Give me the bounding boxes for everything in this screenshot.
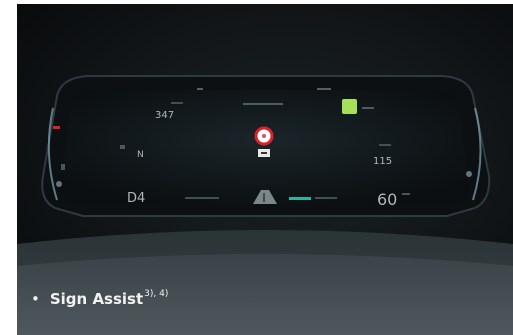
caption-bullet: • bbox=[31, 290, 40, 308]
status-line bbox=[243, 103, 283, 105]
gear-indicator: D4 bbox=[127, 191, 145, 206]
left-readout: 347 bbox=[155, 110, 174, 121]
right-readout-label bbox=[379, 144, 391, 146]
instrument-cluster-scene: 347 N 115 D4 60 bbox=[17, 75, 513, 335]
gear-letter: N bbox=[137, 150, 144, 160]
info-line-left bbox=[185, 197, 219, 199]
left-readout-label bbox=[171, 102, 183, 104]
right-indicator-icon bbox=[466, 171, 472, 177]
caption: • Sign Assist3), 4) bbox=[31, 289, 169, 308]
status-mark bbox=[317, 88, 331, 90]
caption-footnote: 3), 4) bbox=[144, 289, 169, 299]
left-tick bbox=[61, 164, 65, 170]
right-readout: 115 bbox=[373, 156, 392, 167]
warning-light-icon bbox=[53, 126, 60, 129]
traffic-sign-mark bbox=[261, 152, 267, 154]
left-indicator-icon bbox=[56, 181, 62, 187]
caption-title: Sign Assist bbox=[49, 290, 144, 308]
slide: 347 N 115 D4 60 • Sign Assist3), 4) bbox=[0, 0, 513, 335]
teal-indicator bbox=[289, 197, 311, 200]
speed-readout: 60 bbox=[377, 190, 397, 209]
speed-unit bbox=[402, 193, 410, 195]
dashboard-photo: 347 N 115 D4 60 • Sign Assist3), 4) bbox=[17, 4, 513, 335]
info-line-right bbox=[315, 197, 337, 199]
accent-badge-label bbox=[362, 107, 374, 109]
speed-limit-center bbox=[262, 134, 266, 138]
status-mark bbox=[197, 88, 203, 90]
gear-marker bbox=[120, 145, 125, 149]
accent-badge bbox=[342, 99, 357, 114]
